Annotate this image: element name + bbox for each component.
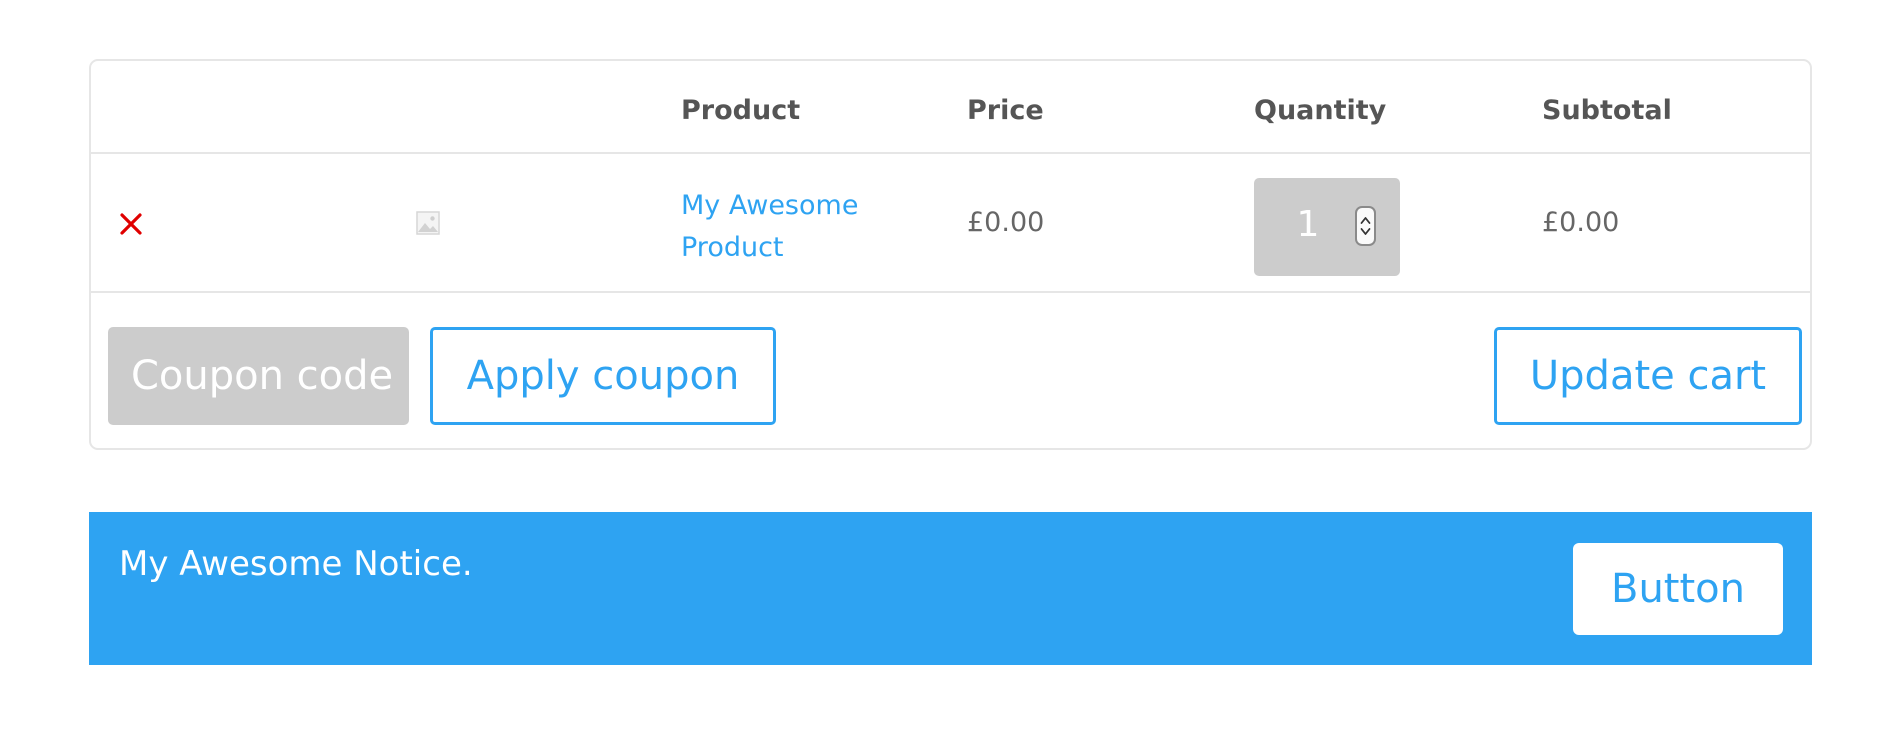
quantity-spinner[interactable] (1355, 206, 1376, 246)
quantity-value[interactable]: 1 (1254, 204, 1362, 245)
remove-item-button[interactable] (118, 211, 144, 237)
quantity-stepper[interactable]: 1 (1254, 178, 1400, 276)
row-divider (91, 291, 1810, 293)
image-placeholder-icon[interactable] (416, 211, 440, 235)
column-header-product: Product (681, 95, 801, 126)
coupon-code-input[interactable]: Coupon code (108, 327, 409, 425)
header-divider (91, 152, 1810, 154)
notice-button[interactable]: Button (1573, 543, 1783, 635)
cart-table: Product Price Quantity Subtotal My Aweso… (89, 59, 1812, 450)
update-cart-button[interactable]: Update cart (1494, 327, 1802, 425)
column-header-subtotal: Subtotal (1542, 95, 1672, 126)
close-icon (120, 213, 142, 235)
item-price: £0.00 (967, 207, 1045, 238)
item-subtotal: £0.00 (1542, 207, 1620, 238)
column-header-price: Price (967, 95, 1044, 126)
notice-message: My Awesome Notice. (119, 544, 473, 584)
notice-banner: My Awesome Notice. Button (89, 512, 1812, 665)
product-name-link[interactable]: My Awesome Product (681, 185, 921, 269)
apply-coupon-button[interactable]: Apply coupon (430, 327, 776, 425)
column-header-quantity: Quantity (1254, 95, 1387, 126)
chevron-up-down-icon (1360, 217, 1371, 235)
